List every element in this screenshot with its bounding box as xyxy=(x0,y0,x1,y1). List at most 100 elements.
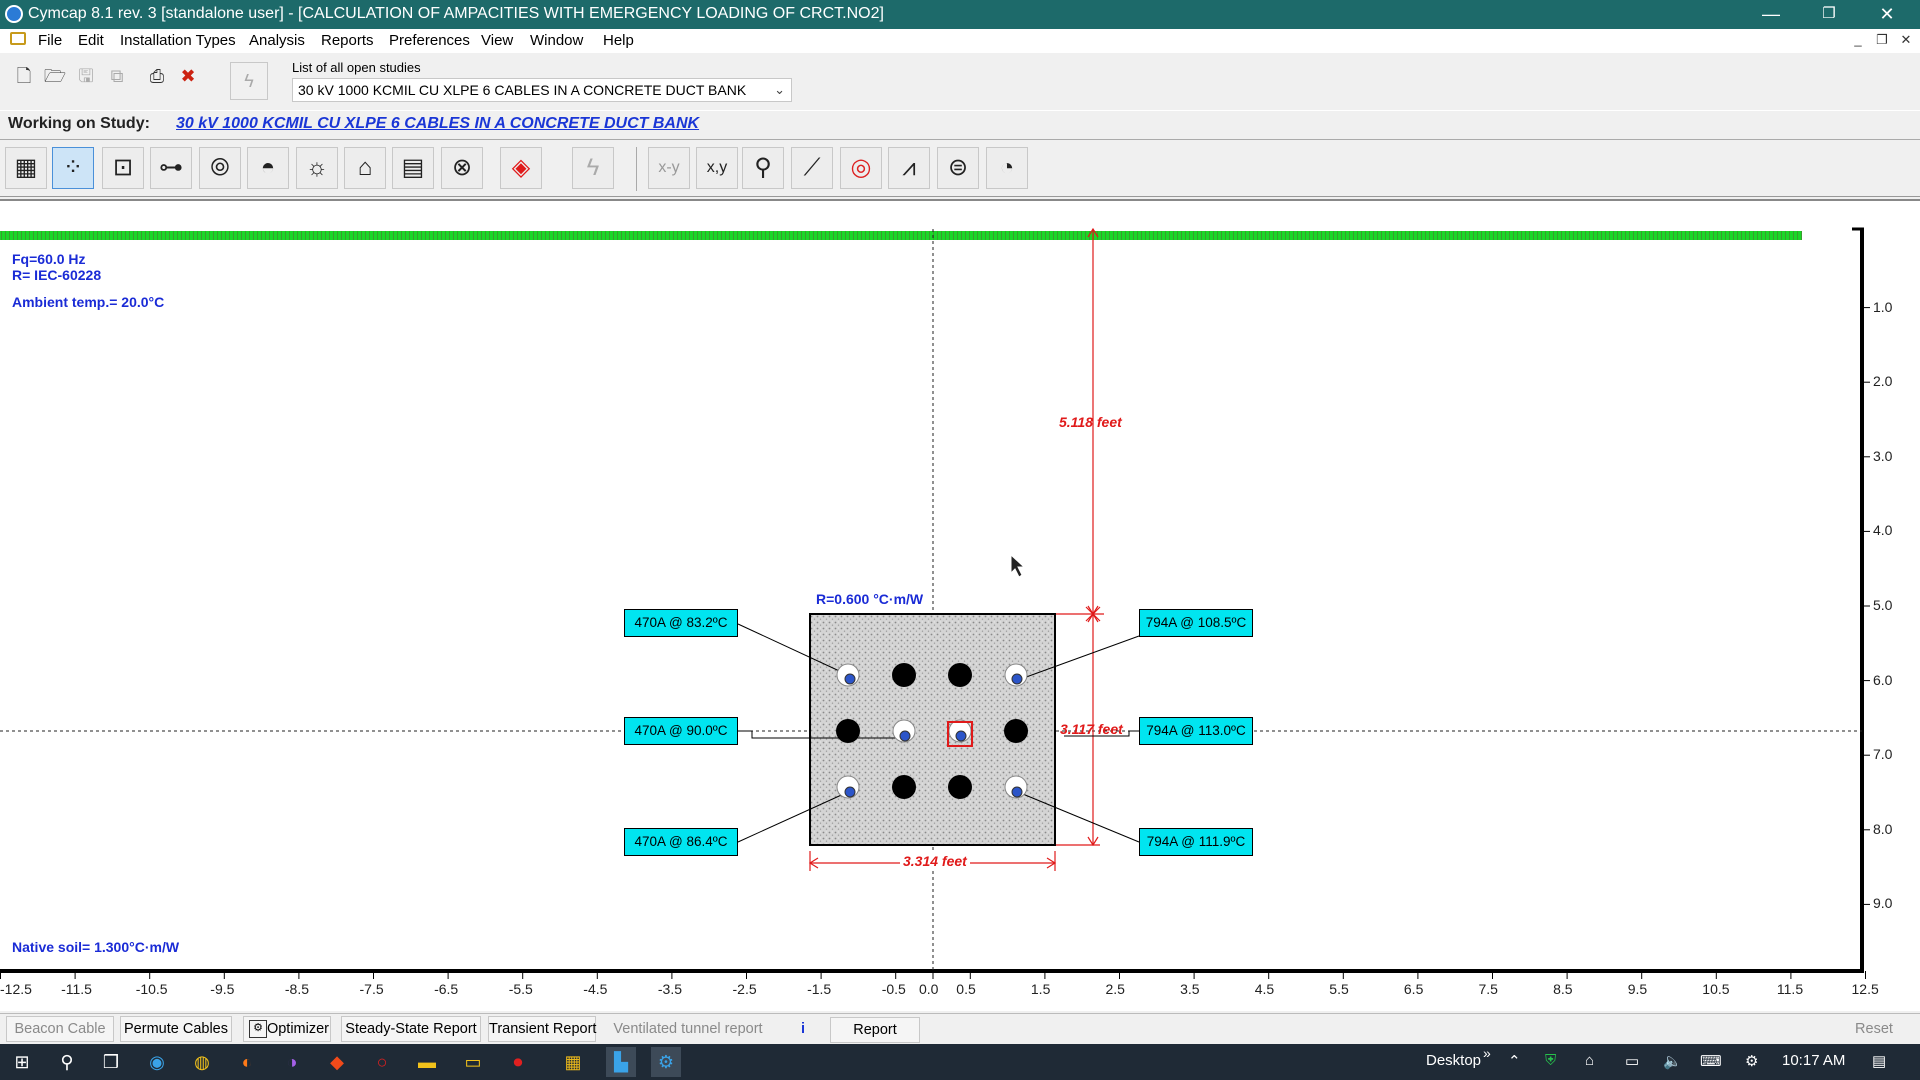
info-icon[interactable]: i xyxy=(791,1016,815,1042)
magnifier-icon[interactable]: ⚲ xyxy=(742,147,784,189)
transient-report-button[interactable]: Transient Report xyxy=(488,1016,596,1042)
permute-cables-button[interactable]: Permute Cables xyxy=(120,1016,232,1042)
backfill-icon[interactable]: ◓ xyxy=(247,147,289,189)
single-cable-icon[interactable]: ⊡ xyxy=(102,147,144,189)
brave-icon[interactable]: ◆ xyxy=(322,1047,352,1077)
minimize-button[interactable]: — xyxy=(1742,0,1800,29)
line-graph-icon[interactable]: ⟋ xyxy=(791,147,833,189)
y-tick-label: 4.0 xyxy=(1873,522,1893,539)
duct-bank-icon[interactable]: ⁘ xyxy=(52,147,94,189)
menu-preferences[interactable]: Preferences xyxy=(389,32,470,49)
settings-gear-icon[interactable]: ⚙ xyxy=(1745,1052,1758,1070)
cable-label-right-mid[interactable]: 794A @ 113.0ºC xyxy=(1139,717,1253,745)
lightning-icon[interactable]: ϟ xyxy=(230,62,268,100)
security-shield-icon[interactable]: ⛨ xyxy=(1545,1052,1556,1069)
run-lightning-icon[interactable]: ϟ xyxy=(572,147,614,189)
pipe-type-icon[interactable]: ⊗ xyxy=(441,147,483,189)
edge-icon[interactable]: ◉ xyxy=(142,1047,172,1077)
mdi-close-button[interactable]: ✕ xyxy=(1896,32,1916,48)
save-all-icon[interactable]: ⧉ xyxy=(103,62,131,90)
close-button[interactable]: ✕ xyxy=(1858,0,1916,29)
cable-conductor xyxy=(899,730,911,742)
menu-reports[interactable]: Reports xyxy=(321,32,374,49)
transient-graph-icon[interactable]: ◔ xyxy=(986,147,1028,189)
menu-edit[interactable]: Edit xyxy=(78,32,104,49)
width-dimension-label: 3.314 feet xyxy=(900,853,970,869)
mouse-cursor xyxy=(1010,553,1026,578)
task-view-icon[interactable]: ❒ xyxy=(96,1047,126,1077)
peak-graph-icon[interactable]: ⩘ xyxy=(888,147,930,189)
menu-analysis[interactable]: Analysis xyxy=(249,32,305,49)
file-explorer-icon[interactable]: ▬ xyxy=(412,1047,442,1077)
heat-source-icon[interactable]: ▤ xyxy=(392,147,434,189)
menu-file[interactable]: File xyxy=(38,32,62,49)
desktop-expand-icon[interactable]: » xyxy=(1483,1045,1491,1061)
mdi-minimize-button[interactable]: _ xyxy=(1848,32,1868,47)
open-file-icon[interactable]: 🗁 xyxy=(41,62,69,90)
open-studies-dropdown[interactable]: 30 kV 1000 KCMIL CU XLPE 6 CABLES IN A C… xyxy=(292,78,792,102)
height-dimension-label: 3.117 feet xyxy=(1060,721,1123,737)
thermal-field-icon[interactable]: ◎ xyxy=(840,147,882,189)
y-tick-label: 5.0 xyxy=(1873,597,1893,613)
opera-icon[interactable]: ○ xyxy=(367,1047,397,1077)
close-study-icon[interactable]: ✖ xyxy=(174,62,202,90)
save-icon[interactable]: 🖫 xyxy=(72,62,100,90)
recorder-icon[interactable]: ⏺ xyxy=(503,1047,533,1077)
x-tick-label: -10.5 xyxy=(135,981,168,997)
report-button[interactable]: Report xyxy=(830,1017,920,1043)
ventilated-tunnel-report-button[interactable]: Ventilated tunnel report xyxy=(610,1016,766,1042)
menu-window[interactable]: Window xyxy=(530,32,583,49)
tor-icon[interactable]: ◑ xyxy=(277,1047,307,1077)
menu-help[interactable]: Help xyxy=(603,32,634,49)
working-study-label: Working on Study: xyxy=(8,115,150,132)
cable-label-right-top[interactable]: 794A @ 108.5ºC xyxy=(1139,609,1253,637)
chrome-icon[interactable]: ◍ xyxy=(187,1047,217,1077)
windows-start-icon[interactable]: ⊞ xyxy=(7,1047,37,1077)
firefox-icon[interactable]: ◐ xyxy=(232,1047,262,1077)
mdi-restore-button[interactable]: ❐ xyxy=(1872,32,1892,48)
working-study-link[interactable]: 30 kV 1000 KCMIL CU XLPE 6 CABLES IN A C… xyxy=(176,115,699,133)
keyboard-icon[interactable]: ⌨ xyxy=(1700,1052,1722,1070)
app-icon[interactable] xyxy=(5,5,23,23)
folder-icon[interactable] xyxy=(10,32,26,45)
cable-label-left-mid[interactable]: 470A @ 90.0ºC xyxy=(624,717,738,745)
hazard-icon[interactable]: ◈ xyxy=(500,147,542,189)
folder-app-icon[interactable]: ▭ xyxy=(458,1047,488,1077)
network-drive-icon[interactable]: ⌂ xyxy=(1585,1052,1594,1069)
display-icon[interactable]: ▭ xyxy=(1625,1052,1639,1070)
tray-chevron-up-icon[interactable]: ⌃ xyxy=(1508,1052,1521,1070)
taskbar-search-icon[interactable]: ⚲ xyxy=(52,1047,82,1077)
cable-spacing-icon[interactable]: ⊶ xyxy=(150,147,192,189)
cable-sections-icon[interactable]: ⊜ xyxy=(937,147,979,189)
tunnel-icon[interactable]: ⌂ xyxy=(344,147,386,189)
title-bar: Cymcap 8.1 rev. 3 [standalone user] - [C… xyxy=(0,0,1920,29)
xy-disabled-icon[interactable]: x-y xyxy=(648,147,690,189)
notifications-icon[interactable]: ▤ xyxy=(1872,1052,1886,1070)
cable-library-icon[interactable]: ▦ xyxy=(5,147,47,189)
empty-duct xyxy=(836,719,860,743)
volume-icon[interactable]: 🔈 xyxy=(1663,1052,1682,1070)
installation-canvas[interactable]: Fq=60.0 Hz R= IEC-60228 Ambient temp.= 2… xyxy=(0,199,1920,1011)
reset-button[interactable]: Reset xyxy=(1840,1016,1908,1042)
store-icon[interactable]: ▦ xyxy=(558,1047,588,1077)
desktop-toolbar-label[interactable]: Desktop xyxy=(1426,1052,1481,1069)
print-icon[interactable]: ⎙ xyxy=(143,62,171,90)
cable-label-left-bot[interactable]: 470A @ 86.4ºC xyxy=(624,828,738,856)
cable-label-left-top[interactable]: 470A @ 83.2ºC xyxy=(624,609,738,637)
optimizer-button[interactable]: ⚙ Optimizer xyxy=(243,1016,331,1042)
x-tick-label: 3.5 xyxy=(1180,981,1200,997)
solar-radiation-icon[interactable]: ☼ xyxy=(296,147,338,189)
menu-installation-types[interactable]: Installation Types xyxy=(120,32,236,49)
steady-state-report-button[interactable]: Steady-State Report xyxy=(341,1016,481,1042)
new-file-icon[interactable]: 🗋 xyxy=(10,62,38,90)
cable-label-right-bot[interactable]: 794A @ 111.9ºC xyxy=(1139,828,1253,856)
beacon-cable-button[interactable]: Beacon Cable xyxy=(6,1016,114,1042)
clock-time[interactable]: 10:17 AM xyxy=(1782,1052,1845,1069)
x-tick-label: -0.5 xyxy=(881,981,906,997)
trefoil-icon[interactable]: ⦾ xyxy=(199,147,241,189)
app-l-icon[interactable]: ▙ xyxy=(606,1047,636,1077)
cymcap-task-icon[interactable]: ⚙ xyxy=(651,1047,681,1077)
xyt-icon[interactable]: x,y xyxy=(696,147,738,189)
restore-button[interactable]: ❐ xyxy=(1800,0,1858,29)
menu-view[interactable]: View xyxy=(481,32,513,49)
